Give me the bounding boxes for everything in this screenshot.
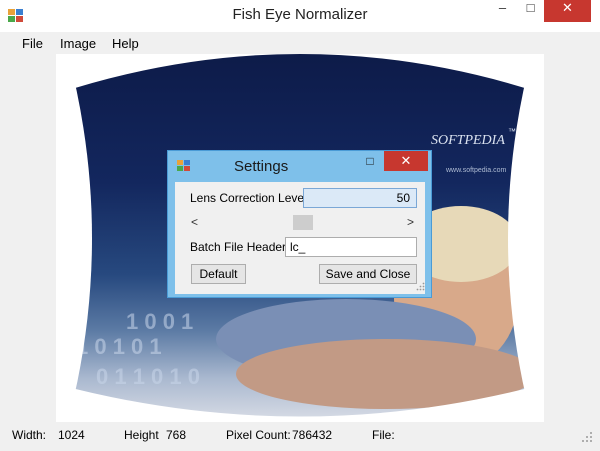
status-file-label: File: (372, 428, 395, 442)
svg-text:0 1 1 0 1 0: 0 1 1 0 1 0 (96, 364, 200, 389)
settings-title: Settings (234, 158, 289, 175)
status-pixel-count-label: Pixel Count: (226, 428, 291, 442)
image-url: www.softpedia.com (445, 167, 506, 174)
lens-correction-input[interactable]: 50 (303, 188, 417, 208)
status-pixel-count-value: 786432 (292, 428, 333, 442)
menu-bar: File Image Help (0, 32, 600, 54)
image-watermark: SOFTPEDIA (431, 133, 505, 148)
resize-grip-icon (416, 282, 425, 291)
save-and-close-button[interactable]: Save and Close (319, 264, 417, 284)
settings-close-button[interactable]: ✕ (384, 151, 428, 171)
status-height-label: Height (124, 428, 159, 442)
svg-text:1 0 1 0 1: 1 0 1 0 1 (76, 334, 162, 359)
close-button[interactable]: ✕ (544, 0, 591, 22)
batch-file-header-input[interactable]: lc_ (285, 237, 417, 257)
menu-file[interactable]: File (22, 36, 43, 51)
image-watermark-tm: ™ (508, 127, 516, 136)
lens-correction-slider[interactable]: < > (189, 214, 417, 232)
maximize-button[interactable]: □ (517, 0, 544, 22)
slider-thumb[interactable] (293, 215, 313, 230)
window-resize-grip-icon[interactable] (580, 430, 594, 444)
status-bar: Width: 1024 Height 768 Pixel Count: 7864… (0, 422, 600, 451)
settings-dialog: Settings □ ✕ Lens Correction Level 50 < … (167, 150, 432, 298)
main-window: Fish Eye Normalizer – □ ✕ File Image Hel… (0, 0, 600, 451)
slider-left-arrow-icon[interactable]: < (191, 215, 198, 229)
minimize-button[interactable]: – (488, 0, 517, 22)
svg-text:1 0 0 1: 1 0 0 1 (126, 309, 193, 334)
binary-pattern: 1 0 1 0 1 0 1 1 0 1 0 1 0 0 1 (76, 309, 200, 389)
menu-help[interactable]: Help (112, 36, 139, 51)
status-width-value: 1024 (58, 428, 85, 442)
slider-right-arrow-icon[interactable]: > (407, 215, 414, 229)
settings-icon (177, 160, 190, 171)
status-width-label: Width: (12, 428, 47, 442)
default-button[interactable]: Default (191, 264, 246, 284)
settings-body: Lens Correction Level 50 < > Batch File … (175, 182, 425, 294)
menu-image[interactable]: Image (60, 36, 96, 51)
settings-maximize-button[interactable]: □ (363, 155, 377, 167)
lens-correction-label: Lens Correction Level (190, 191, 307, 205)
title-bar: Fish Eye Normalizer – □ ✕ (0, 0, 600, 32)
status-height-value: 768 (166, 428, 187, 442)
batch-file-header-label: Batch File Header (190, 240, 287, 254)
